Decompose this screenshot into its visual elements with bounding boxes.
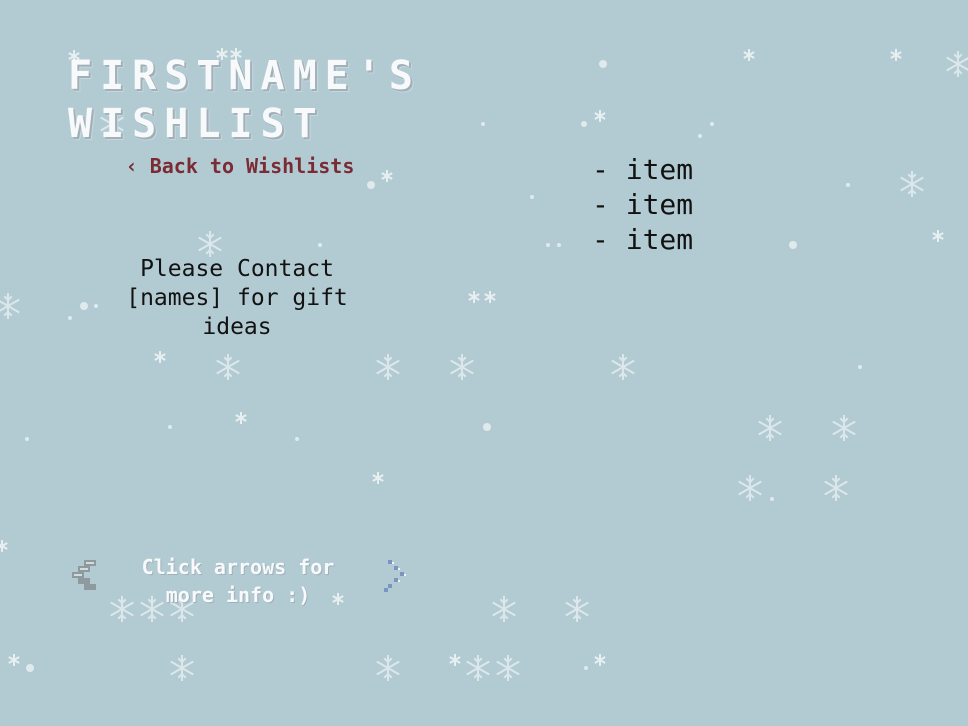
- snowflake-icon: [153, 350, 167, 364]
- snowflake-icon: [758, 415, 782, 441]
- snowflake-icon: [7, 653, 21, 667]
- prev-arrow-button[interactable]: [66, 556, 106, 596]
- next-arrow-button[interactable]: [378, 556, 418, 596]
- page-title: FIRSTNAME'S WISHLIST: [68, 53, 421, 147]
- list-item: - item: [592, 223, 694, 256]
- snowflake-icon: [824, 475, 848, 501]
- snowflake-icon: [371, 471, 385, 485]
- snowflake-icon: [467, 290, 481, 304]
- snowflake-icon: [483, 290, 497, 304]
- snowflake-icon: [198, 231, 222, 257]
- contact-note: Please Contact [names] for gift ideas: [126, 256, 348, 340]
- list-item: - item: [592, 188, 694, 221]
- arrows-hint: Click arrows for more info :): [141, 555, 335, 607]
- arrow-right-icon: [384, 560, 406, 592]
- snowflake-icon: [496, 655, 520, 681]
- snowflake-icon: [492, 596, 516, 622]
- snowflake-icon: [565, 596, 589, 622]
- snowflake-icon: [593, 653, 607, 667]
- snowflake-icon: [738, 475, 762, 501]
- snowflake-icon: [889, 48, 903, 62]
- list-item: - item: [592, 153, 694, 186]
- snowflake-icon: [450, 354, 474, 380]
- wishlist-items: - item - item - item: [592, 152, 693, 257]
- arrow-left-icon: [72, 560, 96, 590]
- snowflake-icon: [832, 415, 856, 441]
- snowflake-icon: [376, 354, 400, 380]
- back-to-wishlists-link[interactable]: ‹ Back to Wishlists: [120, 154, 360, 178]
- snowflake-icon: [593, 109, 607, 123]
- snowflake-icon: [931, 229, 945, 243]
- snowflake-icon: [900, 171, 924, 197]
- snowflake-icon: [946, 51, 968, 77]
- snowflake-icon: [376, 655, 400, 681]
- snowflake-icon: [0, 539, 9, 553]
- snowflake-icon: [611, 354, 635, 380]
- snowflake-icon: [216, 354, 240, 380]
- snowflake-icon: [448, 653, 462, 667]
- snowflake-icon: [170, 655, 194, 681]
- snowflake-icon: [380, 169, 394, 183]
- snowflake-icon: [466, 655, 490, 681]
- snowflake-icon: [742, 48, 756, 62]
- snowflake-icon: [0, 293, 20, 319]
- snowflake-icon: [234, 411, 248, 425]
